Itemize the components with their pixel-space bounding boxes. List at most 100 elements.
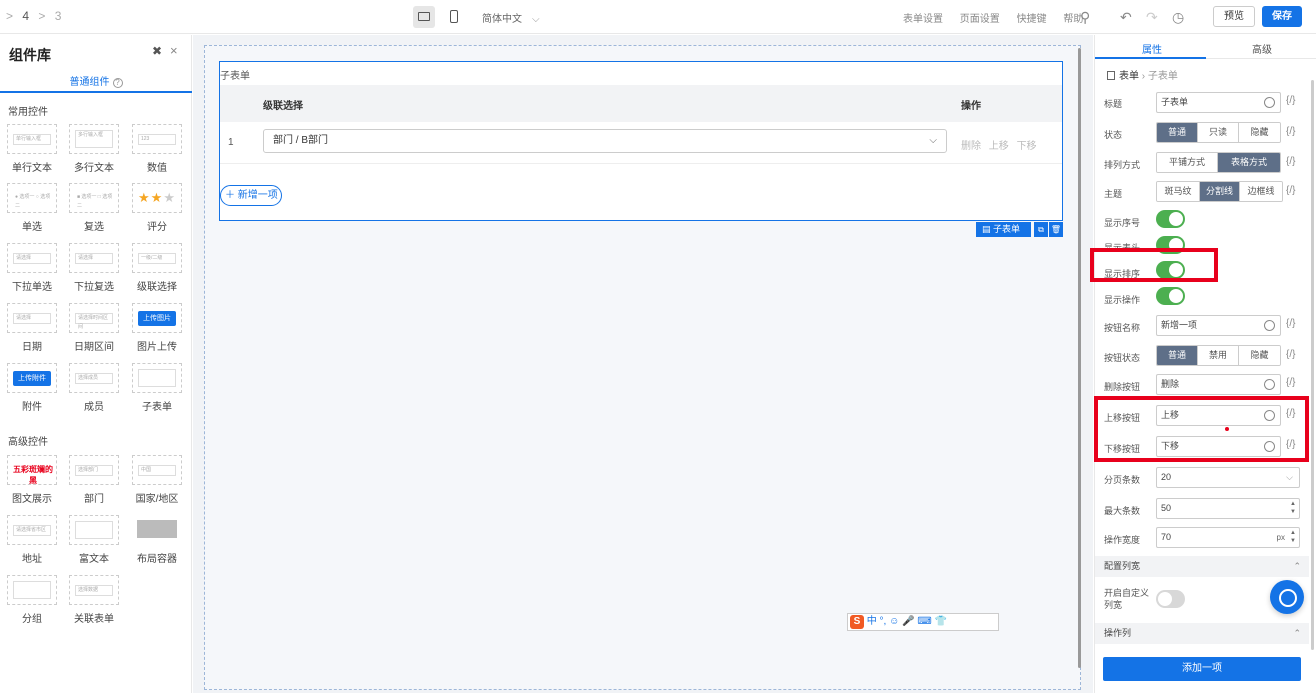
expression-icon[interactable]: {/} bbox=[1286, 185, 1295, 196]
button-state-hidden[interactable]: 隐藏 bbox=[1239, 346, 1280, 365]
thumb-text: 请选择 bbox=[13, 253, 51, 264]
comp-dropdown-single[interactable]: 请选择 下拉单选 bbox=[6, 243, 58, 293]
show-index-toggle[interactable] bbox=[1156, 210, 1185, 228]
comp-subform[interactable]: 子表单 bbox=[131, 363, 183, 413]
move-up-link[interactable]: 上移 bbox=[989, 141, 1009, 152]
thumb-text: 请选择时间区间 bbox=[75, 313, 113, 330]
input-method-toolbar[interactable]: S 中 °, ☺ 🎤 ⌨ 👕 bbox=[847, 613, 999, 631]
stepper-arrows-icon[interactable]: ▲ ▼ bbox=[1290, 529, 1296, 545]
subform-block[interactable]: 子表单 级联选择 操作 1 部门 / B部门 ⌵ 删除 上移 下移 ＋ 新增一项 bbox=[219, 61, 1063, 221]
state-hidden[interactable]: 隐藏 bbox=[1239, 123, 1280, 142]
pin-icon[interactable]: ✖ bbox=[152, 44, 162, 58]
comp-member[interactable]: 选择成员 成员 bbox=[68, 363, 120, 413]
expression-icon[interactable]: {/} bbox=[1286, 377, 1295, 388]
op-column-section[interactable]: 操作列 ⌃ bbox=[1095, 623, 1309, 644]
config-col-width-section[interactable]: 配置列宽 ⌃ bbox=[1095, 556, 1309, 577]
help-icon[interactable]: ? bbox=[112, 78, 123, 88]
theme-border[interactable]: 边框线 bbox=[1240, 182, 1282, 201]
expression-icon[interactable]: {/} bbox=[1286, 349, 1295, 360]
shortcuts-link[interactable]: 快捷键 bbox=[1017, 14, 1047, 25]
comp-image-upload[interactable]: 上传图片 图片上传 bbox=[131, 303, 183, 353]
comp-address[interactable]: 请选择省市区 地址 bbox=[6, 515, 58, 565]
globe-icon[interactable] bbox=[1264, 320, 1275, 331]
tab-common-components[interactable]: 普通组件? bbox=[0, 73, 192, 93]
move-down-link[interactable]: 下移 bbox=[1017, 141, 1037, 152]
breadcrumb-form[interactable]: 表单 bbox=[1119, 71, 1139, 82]
preview-button[interactable]: 预览 bbox=[1213, 6, 1255, 27]
add-row-button[interactable]: ＋ 新增一项 bbox=[220, 185, 282, 206]
expression-icon[interactable]: {/} bbox=[1286, 126, 1295, 137]
custom-width-toggle[interactable] bbox=[1156, 590, 1185, 608]
breadcrumb-item[interactable]: 4 bbox=[22, 9, 29, 23]
comp-group[interactable]: 分组 bbox=[6, 575, 58, 625]
state-normal[interactable]: 普通 bbox=[1157, 123, 1198, 142]
state-readonly[interactable]: 只读 bbox=[1198, 123, 1239, 142]
comp-multi-line-text[interactable]: 多行输入框 多行文本 bbox=[68, 124, 120, 174]
expression-icon[interactable]: {/} bbox=[1286, 95, 1295, 106]
theme-zebra[interactable]: 斑马纹 bbox=[1157, 182, 1200, 201]
comp-thumbnail: 上传图片 bbox=[132, 303, 182, 333]
add-item-button[interactable]: 添加一项 bbox=[1103, 657, 1301, 681]
support-chat-button[interactable] bbox=[1270, 580, 1304, 614]
copy-icon[interactable]: ⧉ bbox=[1034, 222, 1048, 237]
comp-country-region[interactable]: 中国 国家/地区 bbox=[131, 455, 183, 505]
canvas-scrollbar[interactable] bbox=[1078, 48, 1081, 668]
form-settings-link[interactable]: 表单设置 bbox=[903, 14, 943, 25]
comp-thumbnail: ■ 选项一 □ 选项二 bbox=[69, 183, 119, 213]
comp-rich-text[interactable]: 富文本 bbox=[68, 515, 120, 565]
comp-layout-container[interactable]: 布局容器 bbox=[131, 515, 183, 565]
button-state-disabled[interactable]: 禁用 bbox=[1198, 346, 1239, 365]
comp-department[interactable]: 选择部门 部门 bbox=[68, 455, 120, 505]
comp-date-range[interactable]: 请选择时间区间 日期区间 bbox=[68, 303, 120, 353]
comp-dropdown-multi[interactable]: 请选择 下拉复选 bbox=[68, 243, 120, 293]
comp-rating[interactable]: ★★★ 评分 bbox=[131, 183, 183, 233]
breadcrumb-item[interactable]: 3 bbox=[55, 9, 62, 23]
page-settings-link[interactable]: 页面设置 bbox=[960, 14, 1000, 25]
comp-label: 富文本 bbox=[79, 554, 109, 565]
comp-date[interactable]: 请选择 日期 bbox=[6, 303, 58, 353]
undo-icon[interactable]: ↶ bbox=[1120, 9, 1132, 26]
theme-divider[interactable]: 分割线 bbox=[1200, 182, 1240, 201]
save-button[interactable]: 保存 bbox=[1262, 6, 1302, 27]
page-size-select[interactable]: 20 ⌵ bbox=[1156, 467, 1300, 488]
globe-icon[interactable] bbox=[1264, 97, 1275, 108]
search-icon[interactable]: ⚲ bbox=[1080, 9, 1090, 26]
stepper-arrows-icon[interactable]: ▲ ▼ bbox=[1290, 500, 1296, 516]
tab-properties[interactable]: 属性 bbox=[1142, 41, 1162, 56]
section-title: 配置列宽 bbox=[1104, 561, 1141, 571]
comp-cascade-select[interactable]: 一级/二级 级联选择 bbox=[131, 243, 183, 293]
tab-advanced[interactable]: 高级 bbox=[1252, 41, 1272, 56]
comp-number[interactable]: 123 数值 bbox=[131, 124, 183, 174]
layout-table[interactable]: 表格方式 bbox=[1218, 153, 1280, 172]
delete-row-link[interactable]: 删除 bbox=[961, 141, 981, 152]
history-clock-icon[interactable]: ◷ bbox=[1172, 9, 1184, 26]
show-ops-toggle[interactable] bbox=[1156, 287, 1185, 305]
panel-scrollbar[interactable] bbox=[1311, 80, 1314, 650]
button-name-input[interactable]: 新增一项 bbox=[1156, 315, 1281, 336]
expression-icon[interactable]: {/} bbox=[1286, 318, 1295, 329]
desktop-view-button[interactable] bbox=[413, 6, 435, 28]
highlight-box-show-sort bbox=[1090, 248, 1218, 282]
comp-linked-form[interactable]: 选择数据 关联表单 bbox=[68, 575, 120, 625]
expression-icon[interactable]: {/} bbox=[1286, 156, 1295, 167]
button-state-normal[interactable]: 普通 bbox=[1157, 346, 1198, 365]
close-icon[interactable]: × bbox=[170, 43, 178, 58]
max-rows-input[interactable]: 50 ▲ ▼ bbox=[1156, 498, 1300, 519]
comp-label: 图文展示 bbox=[12, 494, 52, 505]
language-select[interactable]: 简体中文 ⌵ bbox=[482, 10, 540, 25]
delete-button-input[interactable]: 删除 bbox=[1156, 374, 1281, 395]
comp-radio[interactable]: ● 选项一 ○ 选项二 单选 bbox=[6, 183, 58, 233]
redo-icon[interactable]: ↷ bbox=[1146, 9, 1158, 26]
globe-icon[interactable] bbox=[1264, 379, 1275, 390]
mobile-view-button[interactable] bbox=[443, 6, 465, 28]
trash-icon[interactable]: 🗑 bbox=[1049, 222, 1063, 237]
comp-single-line-text[interactable]: 单行输入框 单行文本 bbox=[6, 124, 58, 174]
op-width-input[interactable]: 70 px ▲ ▼ bbox=[1156, 527, 1300, 548]
comp-attachment[interactable]: 上传附件 附件 bbox=[6, 363, 58, 413]
comp-rich-display[interactable]: 五彩斑斓的黑 图文展示 bbox=[6, 455, 58, 505]
group-title-advanced: 高级控件 bbox=[8, 437, 48, 448]
layout-tile[interactable]: 平铺方式 bbox=[1157, 153, 1218, 172]
comp-checkbox[interactable]: ■ 选项一 □ 选项二 复选 bbox=[68, 183, 120, 233]
title-input[interactable]: 子表单 bbox=[1156, 92, 1281, 113]
cascade-select-input[interactable]: 部门 / B部门 ⌵ bbox=[263, 129, 947, 153]
